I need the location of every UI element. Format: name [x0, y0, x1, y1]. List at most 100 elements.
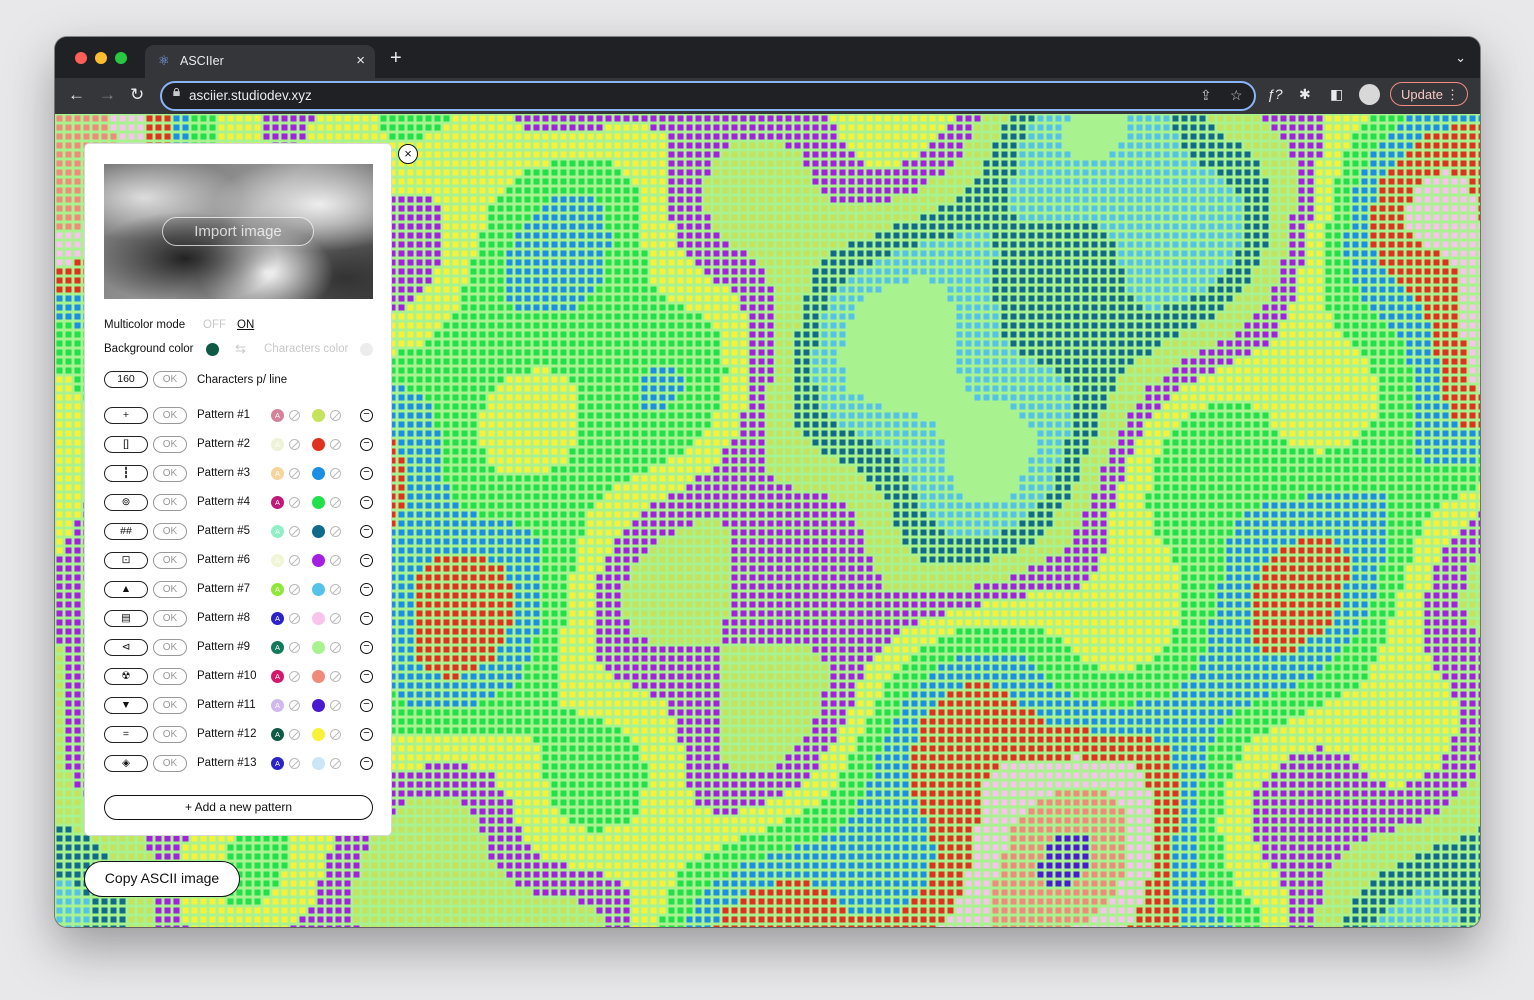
ascii-cell [1208, 187, 1215, 194]
close-window-button[interactable] [75, 52, 87, 64]
ascii-cell [1262, 250, 1269, 257]
address-bar[interactable]: asciier.studiodev.xyz ⇪ ☆ [160, 81, 1256, 111]
ascii-cell [1334, 331, 1341, 338]
ascii-cell [902, 232, 909, 239]
ascii-cell [551, 142, 558, 149]
ascii-cell [1415, 169, 1422, 176]
ascii-cell [1082, 205, 1089, 212]
ascii-cell [821, 385, 828, 392]
ascii-cell [1352, 340, 1359, 347]
ascii-cell [1145, 151, 1152, 158]
ascii-cell [839, 241, 846, 248]
ascii-cell [641, 124, 648, 131]
formula-icon[interactable]: ƒ? [1267, 86, 1283, 102]
update-button[interactable]: Update ⋮ [1390, 82, 1468, 106]
ascii-cell [821, 124, 828, 131]
ascii-cell [938, 376, 945, 383]
reload-icon[interactable]: ↻ [130, 85, 144, 105]
ascii-cell [1280, 250, 1287, 257]
ascii-cell [659, 223, 666, 230]
ascii-cell [704, 223, 711, 230]
ascii-cell [1244, 331, 1251, 338]
ascii-cell [605, 196, 612, 203]
ascii-cell [65, 268, 72, 275]
ascii-cell [785, 124, 792, 131]
ascii-cell [749, 241, 756, 248]
ascii-cell [1334, 340, 1341, 347]
ascii-cell [560, 367, 567, 374]
share-icon[interactable]: ⇪ [1200, 87, 1212, 104]
ascii-cell [866, 376, 873, 383]
ascii-cell [992, 349, 999, 356]
ascii-cell [1100, 160, 1107, 167]
ascii-cell [659, 133, 666, 140]
ascii-cell [398, 223, 405, 230]
ascii-cell [1226, 214, 1233, 221]
ascii-cell [1064, 340, 1071, 347]
ascii-cell [857, 250, 864, 257]
ascii-cell [1064, 241, 1071, 248]
ascii-cell [452, 340, 459, 347]
ascii-cell [515, 367, 522, 374]
ascii-cell [983, 367, 990, 374]
ascii-cell [146, 133, 153, 140]
ascii-cell [1388, 187, 1395, 194]
zoom-window-button[interactable] [115, 52, 127, 64]
ascii-cell [1100, 187, 1107, 194]
ascii-cell [1379, 241, 1386, 248]
ascii-cell [623, 250, 630, 257]
ascii-cell [479, 223, 486, 230]
ascii-cell [803, 205, 810, 212]
extensions-icon[interactable]: ✱ [1299, 86, 1311, 103]
new-tab-button[interactable]: + [390, 48, 402, 68]
ascii-cell [1352, 259, 1359, 266]
back-icon[interactable]: ← [68, 85, 85, 105]
ascii-cell [470, 142, 477, 149]
ascii-cell [920, 331, 927, 338]
ascii-cell [1145, 367, 1152, 374]
minimize-window-button[interactable] [95, 52, 107, 64]
ascii-cell [605, 160, 612, 167]
ascii-cell [452, 376, 459, 383]
ascii-cell [956, 304, 963, 311]
ascii-cell [533, 115, 540, 122]
ascii-cell [1199, 385, 1206, 392]
ascii-cell [407, 223, 414, 230]
ascii-cell [1010, 286, 1017, 293]
tab-close-icon[interactable]: × [356, 52, 365, 69]
forward-icon[interactable]: → [99, 85, 116, 105]
ascii-cell [479, 358, 486, 365]
ascii-cell [470, 232, 477, 239]
ascii-cell [857, 232, 864, 239]
ascii-cell [722, 241, 729, 248]
ascii-cell [848, 214, 855, 221]
ascii-cell [470, 376, 477, 383]
tab-asciier[interactable]: ⚛ ASCIIer × [145, 45, 375, 78]
chevron-down-icon[interactable]: ⌄ [1455, 50, 1466, 66]
ascii-cell [767, 268, 774, 275]
ascii-cell [497, 376, 504, 383]
ascii-cell [1181, 331, 1188, 338]
ascii-cell [1208, 385, 1215, 392]
ascii-cell [803, 367, 810, 374]
ascii-cell [452, 151, 459, 158]
ascii-cell [677, 385, 684, 392]
ascii-cell [776, 250, 783, 257]
ascii-cell [713, 376, 720, 383]
ascii-cell [1343, 223, 1350, 230]
sidepanel-icon[interactable]: ◧ [1330, 86, 1343, 103]
ascii-cell [398, 331, 405, 338]
ascii-cell [1046, 295, 1053, 302]
ascii-cell [1442, 376, 1449, 383]
ascii-cell [821, 160, 828, 167]
star-icon[interactable]: ☆ [1230, 87, 1243, 104]
ascii-cell [713, 223, 720, 230]
ascii-cell [1442, 295, 1449, 302]
ascii-cell [65, 241, 72, 248]
ascii-cell [1334, 151, 1341, 158]
ascii-cell [749, 358, 756, 365]
ascii-cell [938, 268, 945, 275]
ascii-cell [686, 349, 693, 356]
avatar[interactable] [1359, 84, 1380, 105]
ascii-cell [1397, 151, 1404, 158]
